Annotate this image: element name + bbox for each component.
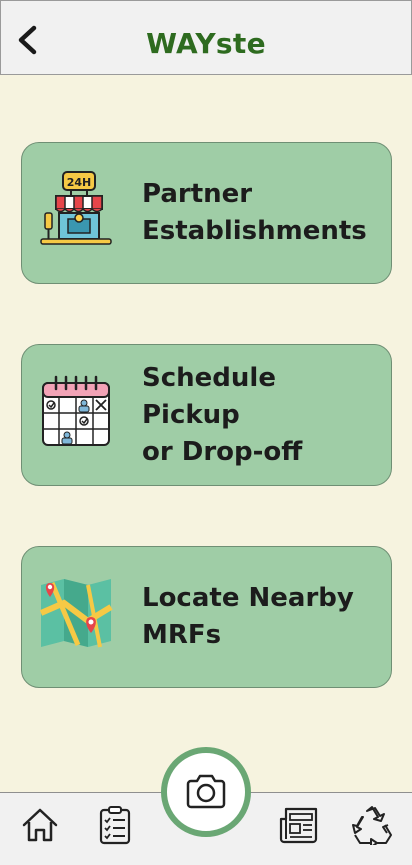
card-label: Schedule Pickup or Drop-off: [142, 362, 303, 467]
locate-mrfs-card[interactable]: Locate Nearby MRFs: [21, 546, 392, 688]
card-label: Locate Nearby MRFs: [142, 583, 354, 650]
schedule-pickup-card[interactable]: Schedule Pickup or Drop-off: [21, 344, 392, 486]
camera-icon: [186, 774, 226, 809]
calendar-icon: [42, 375, 110, 446]
top-app-bar: WAYste: [0, 0, 412, 75]
nav-news[interactable]: [277, 801, 321, 849]
camera-button[interactable]: [161, 747, 251, 837]
nav-recycle[interactable]: [350, 801, 394, 849]
app-title: WAYste: [146, 27, 266, 60]
recycle-icon: [352, 806, 392, 845]
nav-checklist[interactable]: [93, 801, 137, 849]
newspaper-icon: [279, 807, 318, 844]
map-icon: [39, 579, 113, 648]
card-label: Partner Establishments: [142, 179, 367, 246]
store-sign-text: 24H: [67, 176, 92, 189]
store-24h-icon: 24H: [40, 171, 112, 245]
partner-establishments-card[interactable]: 24H Partner Establishments: [21, 142, 392, 284]
nav-home[interactable]: [18, 801, 62, 849]
home-icon: [22, 808, 58, 842]
checklist-icon: [99, 806, 131, 845]
